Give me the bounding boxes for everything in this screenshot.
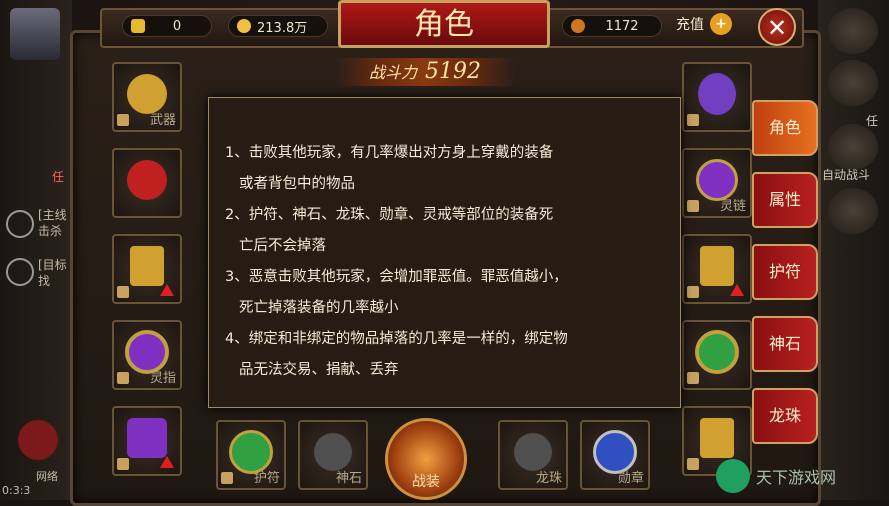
rule-line: 死亡掉落装备的几率越小 xyxy=(239,300,399,316)
slot-label: 武器 xyxy=(149,113,176,128)
equip-slot-helmet[interactable] xyxy=(682,62,752,132)
tab-attributes[interactable]: 属性 xyxy=(752,172,818,228)
lock-icon xyxy=(117,286,129,298)
quest-icon xyxy=(6,258,34,286)
quest-target-line1[interactable]: [目标 xyxy=(38,256,67,273)
lock-icon xyxy=(687,200,699,212)
tab-dragon-orb[interactable]: 龙珠 xyxy=(752,388,818,444)
equip-slot-boots[interactable] xyxy=(112,234,182,304)
recharge-button[interactable]: 充值 + xyxy=(676,13,732,35)
slot-label: 战装 xyxy=(412,474,440,490)
network-label: 网络 xyxy=(36,470,58,483)
gem-value: 1172 xyxy=(605,18,639,34)
joystick-icon[interactable] xyxy=(18,420,58,460)
clock-readout: 0:3:3 xyxy=(2,484,31,497)
quest-main-line1[interactable]: [主线 xyxy=(38,206,67,223)
rule-line: 或者背包中的物品 xyxy=(239,176,355,192)
bracer-icon xyxy=(700,245,734,286)
equip-slot-belt[interactable] xyxy=(112,406,182,476)
quest-icon xyxy=(6,210,34,238)
left-side-panel: 任 [主线 击杀 [目标 找 网络 0:3:3 xyxy=(0,0,72,500)
lock-icon xyxy=(221,472,233,484)
quest-tag[interactable]: 任 xyxy=(52,168,64,185)
helmet-icon xyxy=(698,72,736,115)
quest-target-line2[interactable]: 找 xyxy=(38,272,50,289)
tab-character[interactable]: 角色 xyxy=(752,100,818,156)
combat-power-label: 战斗力 xyxy=(368,63,417,82)
slot-label: 灵链 xyxy=(719,199,746,214)
slot-label: 龙珠 xyxy=(535,471,562,486)
page-title: 角色 xyxy=(338,0,550,48)
lock-icon xyxy=(117,372,129,384)
close-button[interactable]: ✕ xyxy=(758,8,796,46)
rule-line: 品无法交易、捐献、丢弃 xyxy=(239,362,399,378)
equip-slot-battle-gear[interactable]: 战装 xyxy=(385,418,467,500)
equip-slot-necklace[interactable]: 灵链 xyxy=(682,148,752,218)
gold-ingot-icon xyxy=(131,19,145,33)
right-menu-button[interactable] xyxy=(828,188,878,234)
rule-line: 2、护符、神石、龙珠、勋章、灵戒等部位的装备死 xyxy=(225,207,554,223)
right-menu-button[interactable] xyxy=(828,8,878,54)
slot-label: 护符 xyxy=(253,471,280,486)
gem-icon xyxy=(571,19,585,33)
boots-icon xyxy=(130,245,164,286)
player-avatar[interactable] xyxy=(10,8,60,60)
equip-slot-medal[interactable]: 勋章 xyxy=(580,420,650,490)
drop-rules-tooltip: 1、击败其他玩家，有几率爆出对方身上穿戴的装备 或者背包中的物品 2、护符、神石… xyxy=(208,97,681,408)
rule-line: 3、恶意击败其他玩家，会增加罪恶值。罪恶值越小， xyxy=(225,269,568,285)
quest-main-line2[interactable]: 击杀 xyxy=(38,222,62,239)
gold-ingot-counter: 0 xyxy=(122,15,212,37)
ring-icon xyxy=(695,329,739,374)
stone-icon xyxy=(314,432,352,471)
weapon-icon xyxy=(127,73,167,114)
slot-label: 神石 xyxy=(335,471,362,486)
equip-slot-amulet[interactable]: 护符 xyxy=(216,420,286,490)
plus-icon: + xyxy=(710,13,732,35)
lock-icon xyxy=(687,372,699,384)
belt-icon xyxy=(127,417,167,458)
lock-icon xyxy=(687,114,699,126)
site-watermark: 天下游戏网 xyxy=(716,456,886,496)
slot-label: 勋章 xyxy=(617,471,644,486)
right-side-panel: 任 自动战斗 xyxy=(818,0,889,500)
right-menu-button[interactable] xyxy=(828,60,878,106)
watermark-logo-icon xyxy=(716,459,750,493)
tab-amulet[interactable]: 护符 xyxy=(752,244,818,300)
equip-slot-weapon[interactable]: 武器 xyxy=(112,62,182,132)
lock-icon xyxy=(117,114,129,126)
equip-slot-bracer[interactable] xyxy=(682,234,752,304)
equip-slot-stone[interactable]: 神石 xyxy=(298,420,368,490)
gold-ingot-value: 0 xyxy=(172,18,182,34)
upgrade-arrow-icon xyxy=(730,284,744,296)
gold-coin-counter: 213.8万 xyxy=(228,15,328,37)
auto-battle-button[interactable] xyxy=(828,124,878,170)
recharge-label: 充值 xyxy=(676,17,704,33)
combat-power: 战斗力 5192 xyxy=(335,58,515,86)
equip-slot-ring-right[interactable] xyxy=(682,320,752,390)
right-label: 任 xyxy=(866,114,879,128)
gem-counter: 1172 xyxy=(562,15,662,37)
equip-slot-armor[interactable] xyxy=(112,148,182,218)
lock-icon xyxy=(687,458,699,470)
auto-battle-label: 自动战斗 xyxy=(822,168,871,182)
dragon-orb-icon xyxy=(514,432,552,471)
rule-line: 亡后不会掉落 xyxy=(239,238,326,254)
armor-icon xyxy=(127,159,167,200)
equip-slot-ring[interactable]: 灵指 xyxy=(112,320,182,390)
lock-icon xyxy=(117,458,129,470)
equip-slot-dragon-orb[interactable]: 龙珠 xyxy=(498,420,568,490)
combat-power-value: 5192 xyxy=(425,59,481,84)
upgrade-arrow-icon xyxy=(160,284,174,296)
slot-label: 灵指 xyxy=(149,371,176,386)
tab-stone[interactable]: 神石 xyxy=(752,316,818,372)
upgrade-arrow-icon xyxy=(160,456,174,468)
shoes-icon xyxy=(700,417,734,458)
rule-line: 1、击败其他玩家，有几率爆出对方身上穿戴的装备 xyxy=(225,145,554,161)
rule-line: 4、绑定和非绑定的物品掉落的几率是一样的，绑定物 xyxy=(225,331,568,347)
lock-icon xyxy=(687,286,699,298)
watermark-text: 天下游戏网 xyxy=(756,468,837,487)
gold-coin-value: 213.8万 xyxy=(257,20,308,36)
gold-coin-icon xyxy=(237,19,251,33)
